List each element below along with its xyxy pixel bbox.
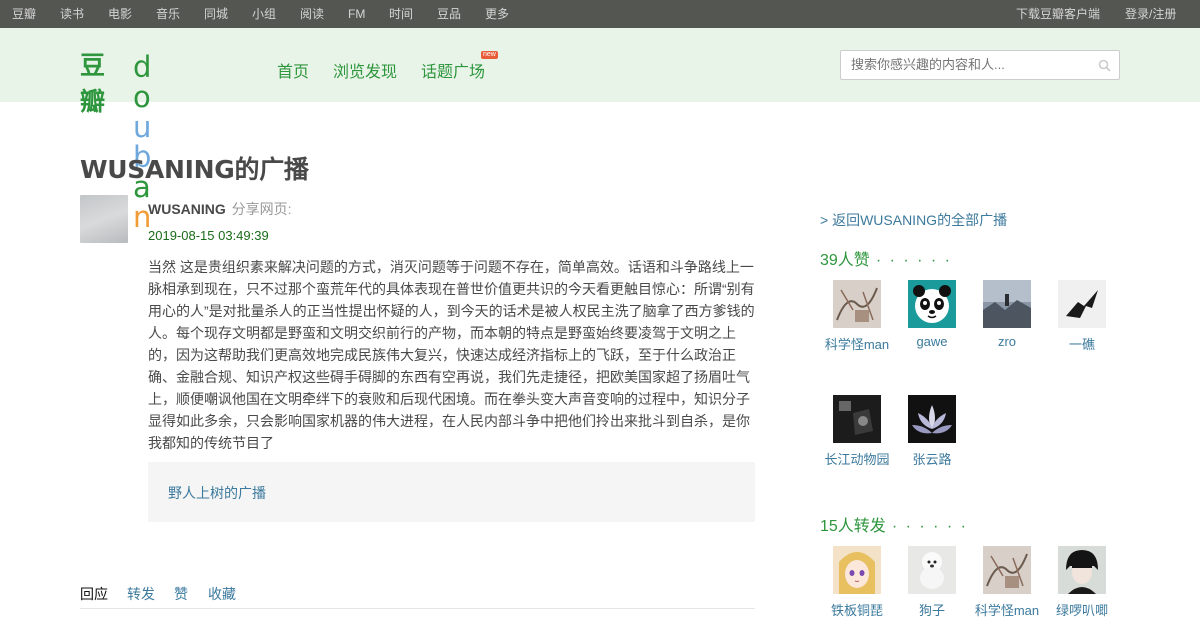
nav-home[interactable]: 首页 [277, 58, 309, 82]
global-nav-item[interactable]: 同城 [204, 7, 228, 21]
bird-avatar-icon[interactable] [1058, 280, 1106, 328]
site-header: 豆瓣 douban 首页 浏览发现 话题广场 new [0, 28, 1200, 232]
panda-avatar-icon[interactable] [908, 280, 956, 328]
tab-comments[interactable]: 回应 [80, 584, 108, 604]
liker-name[interactable]: 科学怪man [817, 334, 897, 353]
tab-reshare[interactable]: 转发 [127, 584, 155, 604]
liker-name[interactable]: zro [967, 334, 1047, 349]
resharer-name[interactable]: 狗子 [892, 600, 972, 619]
reshares-dots: · · · · · · [891, 518, 969, 535]
global-nav-item[interactable]: 豆品 [437, 7, 461, 21]
author-avatar[interactable] [80, 195, 128, 243]
liker[interactable]: 一礁 [1042, 280, 1122, 353]
resharer-name[interactable]: 科学怪man [967, 600, 1047, 619]
sketch-avatar-icon[interactable] [833, 280, 881, 328]
tab-like[interactable]: 赞 [174, 584, 188, 604]
logo-letter-u: u [133, 110, 152, 144]
likes-title: 39人赞 · · · · · · [820, 246, 952, 270]
liker-name[interactable]: 长江动物园 [817, 449, 897, 468]
landscape-avatar-icon[interactable] [983, 280, 1031, 328]
global-nav-item[interactable]: 电影 [108, 7, 132, 21]
author-line: WUSANING 分享网页: [148, 199, 292, 219]
logo-letter-d: d [133, 50, 152, 84]
global-nav-item[interactable]: 小组 [252, 7, 276, 21]
liker[interactable]: 张云路 [892, 395, 972, 468]
new-badge: new [481, 51, 498, 59]
nav-explore[interactable]: 浏览发现 [333, 58, 397, 82]
status-action: 分享网页: [231, 201, 292, 217]
anime-girl-avatar-icon[interactable] [833, 546, 881, 594]
dog-avatar-icon[interactable] [908, 546, 956, 594]
global-nav-item[interactable]: 阅读 [300, 7, 324, 21]
resharer-name[interactable]: 铁板铜琵 [817, 600, 897, 619]
global-nav-item[interactable]: 时间 [389, 7, 413, 21]
status-tabs: 回应 转发 赞 收藏 [80, 584, 755, 609]
search-box [840, 50, 1120, 80]
resharer[interactable]: 铁板铜琵 [817, 546, 897, 619]
global-nav-item[interactable]: 音乐 [156, 7, 180, 21]
resharer-name[interactable]: 绿啰叭唧 [1042, 600, 1122, 619]
logo-cn: 豆瓣 [80, 51, 107, 116]
resharer[interactable]: 狗子 [892, 546, 972, 619]
shared-card: 野人上树的广播 [148, 462, 755, 522]
search-icon[interactable] [1098, 59, 1111, 72]
global-nav-item[interactable]: 读书 [60, 7, 84, 21]
likes-dots: · · · · · · [875, 252, 953, 269]
search-input[interactable] [851, 57, 1091, 72]
status-content: 当然 这是贵组织素来解决问题的方式，消灭问题等于问题不存在，简单高效。话语和斗争… [148, 259, 755, 451]
back-to-all-statuses-link[interactable]: > 返回WUSANING的全部广播 [820, 210, 1007, 230]
global-nav-item[interactable]: FM [348, 7, 365, 21]
status-timestamp[interactable]: 2019-08-15 03:49:39 [148, 228, 269, 243]
liker-name[interactable]: 一礁 [1042, 334, 1122, 353]
global-nav: 豆瓣 读书 电影 音乐 同城 小组 阅读 FM 时间 豆品 更多 下载豆瓣客户端… [0, 0, 1200, 28]
portrait-avatar-icon[interactable] [1058, 546, 1106, 594]
sketch-avatar-icon[interactable] [983, 546, 1031, 594]
reshares-count[interactable]: 15人转发 [820, 518, 886, 535]
global-nav-item[interactable]: 豆瓣 [12, 7, 36, 21]
download-app-link[interactable]: 下载豆瓣客户端 [1016, 7, 1100, 21]
liker-name[interactable]: gawe [892, 334, 972, 349]
liker[interactable]: gawe [892, 280, 972, 349]
logo-letter-o: o [133, 80, 151, 114]
liker[interactable]: zro [967, 280, 1047, 349]
nav-topics[interactable]: 话题广场 [421, 58, 485, 82]
likes-count[interactable]: 39人赞 [820, 252, 870, 269]
lotus-avatar-icon[interactable] [908, 395, 956, 443]
shared-link[interactable]: 野人上树的广播 [168, 483, 266, 503]
resharer[interactable]: 科学怪man [967, 546, 1047, 619]
login-register-link[interactable]: 登录/注册 [1125, 7, 1176, 21]
dark-photo-avatar-icon[interactable] [833, 395, 881, 443]
liker[interactable]: 长江动物园 [817, 395, 897, 468]
resharer[interactable]: 绿啰叭唧 [1042, 546, 1122, 619]
author-name[interactable]: WUSANING [148, 201, 226, 217]
page-title: WUSANING的广播 [80, 155, 309, 184]
global-nav-item[interactable]: 更多 [485, 7, 509, 21]
reshares-title: 15人转发 · · · · · · [820, 512, 968, 536]
tab-collect[interactable]: 收藏 [208, 584, 236, 604]
liker-name[interactable]: 张云路 [892, 449, 972, 468]
liker[interactable]: 科学怪man [817, 280, 897, 353]
